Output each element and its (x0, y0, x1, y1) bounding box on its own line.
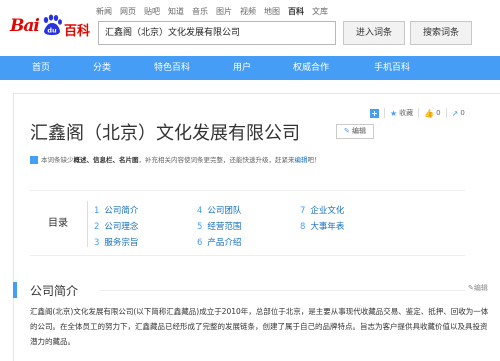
section-paragraph: 汇鑫阁(北京)文化发展有限公司(以下简称汇鑫藏品)成立于2010年，总部位于北京… (30, 307, 489, 346)
entry-title: 汇鑫阁（北京）文化发展有限公司 (30, 123, 300, 144)
top-nav-tieba[interactable]: 贴吧 (144, 6, 160, 17)
like-icon[interactable]: 👍 (424, 109, 434, 118)
divider (418, 108, 420, 118)
top-nav-video[interactable]: 视频 (240, 6, 256, 17)
notice-suffix: 吧！ (307, 156, 321, 164)
share-icon[interactable]: ↗ (452, 109, 459, 118)
logo-du-text: du (47, 27, 57, 35)
top-nav: 新闻 网页 贴吧 知道 音乐 图片 视频 地图 百科 文库 (96, 6, 328, 17)
entry-tools: + ★ 收藏 👍 0 ↗ 0 (370, 108, 465, 118)
top-nav-zhidao[interactable]: 知道 (168, 6, 184, 17)
catalog-item[interactable]: 5 经营范围 (197, 220, 241, 232)
main-nav-featured[interactable]: 特色百科 (154, 56, 190, 80)
edit-button-label: 编辑 (352, 127, 367, 135)
top-nav-wenku[interactable]: 文库 (312, 6, 328, 17)
main-nav-user[interactable]: 用户 (233, 56, 251, 80)
main-nav-bar: 首页 分类 特色百科 用户 权威合作 手机百科 (0, 56, 500, 80)
section-divider (100, 290, 465, 291)
top-nav-web[interactable]: 网页 (120, 6, 136, 17)
section-marker (13, 282, 17, 298)
main-nav-partner[interactable]: 权威合作 (293, 56, 329, 80)
notice-prefix: 本词条缺少 (41, 156, 74, 164)
logo-baike-text: 百科 (64, 24, 91, 39)
catalog-item[interactable]: 7 企业文化 (300, 204, 344, 216)
favorite-label[interactable]: 收藏 (399, 108, 413, 118)
catalog-item[interactable]: 8 大事年表 (300, 220, 344, 232)
missing-content-notice: 本词条缺少概述、信息栏、名片图，补充相关内容使词条更完整，还能快速升级，赶紧来编… (30, 153, 492, 167)
share-count: 0 (460, 109, 465, 117)
catalog: 目录 1 公司简介 2 公司理念 3 服务宗旨 4 公司团队 5 经营范围 6 产品介绍 7… (30, 190, 465, 256)
catalog-item[interactable]: 1 公司简介 (94, 204, 138, 216)
top-nav-music[interactable]: 音乐 (192, 6, 208, 17)
notice-icon (30, 156, 38, 164)
main-nav-home[interactable]: 首页 (32, 56, 50, 80)
catalog-item[interactable]: 6 产品介绍 (197, 236, 241, 248)
main-nav-category[interactable]: 分类 (93, 56, 111, 80)
pencil-icon: ✎ (343, 127, 350, 135)
top-nav-baike[interactable]: 百科 (288, 6, 304, 17)
divider (445, 108, 447, 118)
like-count: 0 (436, 109, 441, 117)
catalog-item[interactable]: 3 服务宗旨 (94, 236, 138, 248)
catalog-divider (87, 201, 88, 247)
section-edit-label: 编辑 (473, 284, 488, 292)
main-nav-mobile[interactable]: 手机百科 (374, 56, 410, 80)
top-nav-map[interactable]: 地图 (264, 6, 280, 17)
enter-entry-button[interactable]: 进入词条 (343, 21, 405, 45)
baidu-baike-logo[interactable]: Bai du 百科 (10, 12, 92, 40)
notice-edit-link[interactable]: 编辑 (295, 156, 308, 164)
catalog-label: 目录 (48, 218, 68, 229)
section-edit-button[interactable]: ✎编辑 (468, 283, 488, 293)
edit-button[interactable]: ✎ 编辑 (336, 124, 374, 139)
search-input[interactable]: 汇鑫阁（北京）文化发展有限公司 (98, 21, 336, 45)
search-entry-button[interactable]: 搜索词条 (410, 21, 472, 45)
star-icon[interactable]: ★ (390, 109, 397, 118)
top-nav-news[interactable]: 新闻 (96, 6, 112, 17)
catalog-item[interactable]: 4 公司团队 (197, 204, 241, 216)
logo-bai-text: Bai (10, 16, 40, 36)
add-icon[interactable]: + (370, 108, 379, 118)
notice-missing-items: 概述、信息栏、名片图 (73, 156, 139, 164)
divider (384, 108, 385, 118)
notice-middle: ，补充相关内容使词条更完整，还能快速升级，赶紧来 (138, 156, 295, 164)
top-nav-images[interactable]: 图片 (216, 6, 232, 17)
catalog-item[interactable]: 2 公司理念 (94, 220, 138, 232)
paw-icon: du (43, 14, 62, 35)
section-title: 公司简介 (30, 284, 79, 298)
